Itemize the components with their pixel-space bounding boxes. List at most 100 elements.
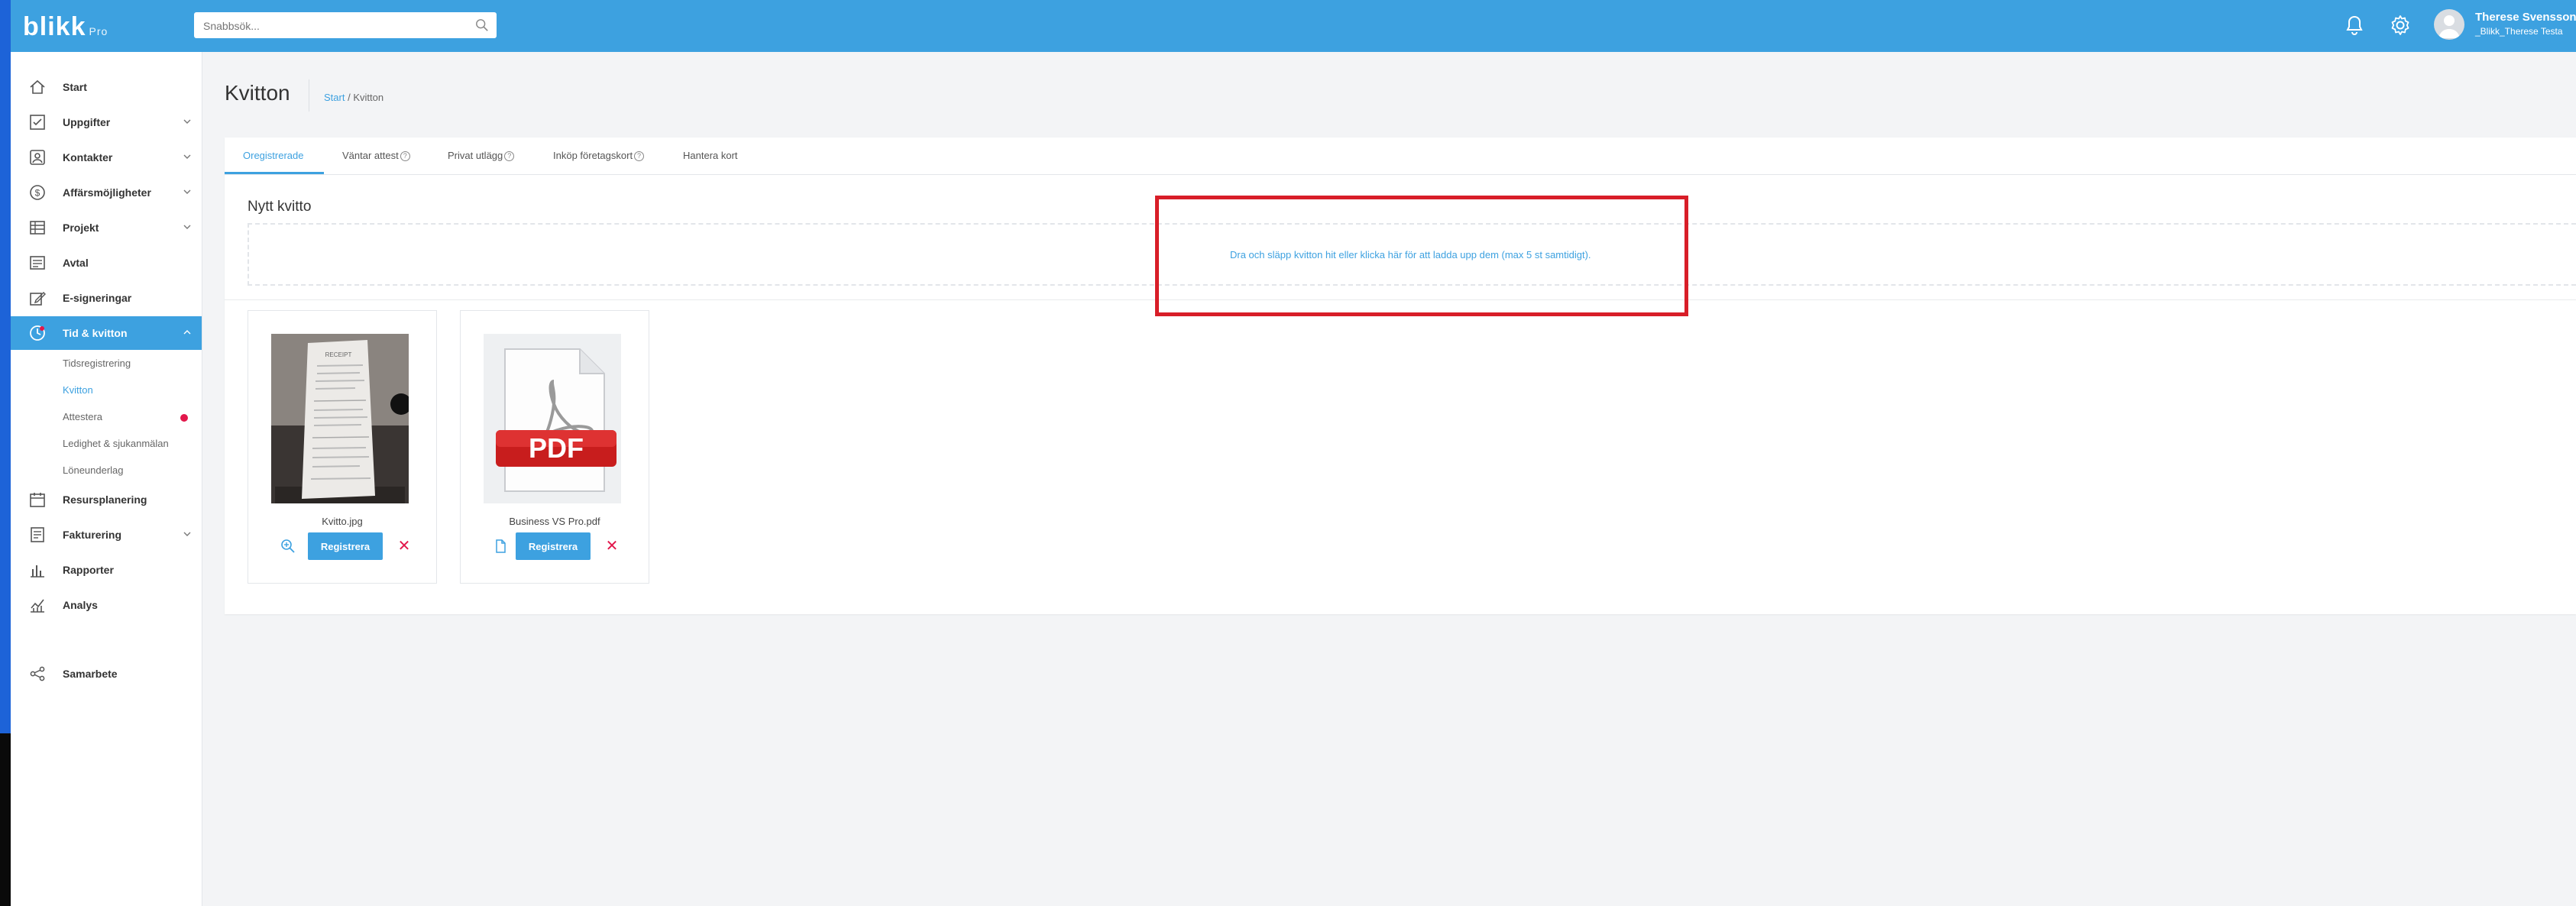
sidebar-item-kontakter[interactable]: Kontakter <box>11 141 202 174</box>
sidebar-item-label: Rapporter <box>63 564 114 576</box>
file-card-business-pdf: PDF Business VS Pro.pdf Registrera ✕ <box>460 310 649 584</box>
tab-privat-utlagg[interactable]: Privat utlägg? <box>448 150 515 161</box>
chevron-up-icon <box>183 330 191 335</box>
contact-card-icon <box>30 150 45 165</box>
tab-label: Inköp företagskort <box>553 150 633 161</box>
home-icon <box>30 79 45 94</box>
tab-vantar-attest[interactable]: Väntar attest? <box>342 150 410 161</box>
sidebar: Start Uppgifter Kontakter $ Affärsmöjlig… <box>11 52 202 906</box>
sidebar-item-uppgifter[interactable]: Uppgifter <box>11 105 202 139</box>
delete-icon[interactable]: ✕ <box>396 539 412 554</box>
user-company: _Blikk_Therese Testa <box>2475 26 2563 37</box>
receipt-thumb-label: RECEIPT <box>325 351 352 358</box>
user-avatar-icon <box>2438 15 2460 38</box>
sidebar-item-label: Tid & kvitton <box>63 327 128 339</box>
logo-suffix: Pro <box>89 25 108 37</box>
sidebar-item-label: Analys <box>63 599 98 611</box>
chevron-down-icon <box>183 225 191 229</box>
search-input[interactable] <box>202 12 464 40</box>
avatar[interactable] <box>2434 9 2464 40</box>
notification-dot <box>180 414 188 422</box>
tab-label: Privat utlägg <box>448 150 503 161</box>
sidebar-item-rapporter[interactable]: Rapporter <box>11 553 202 587</box>
file-name: Kvitto.jpg <box>322 516 363 527</box>
user-name[interactable]: Therese Svensson <box>2475 11 2576 24</box>
search-icon[interactable] <box>475 18 489 32</box>
highlight-annotation-box <box>1155 196 1688 316</box>
tab-inkop-foretagskort[interactable]: Inköp företagskort? <box>553 150 645 161</box>
tab-bar: Oregistrerade Väntar attest? Privat utlä… <box>225 138 2576 175</box>
pdf-thumbnail[interactable]: PDF <box>484 334 621 503</box>
active-tab-indicator <box>225 172 324 174</box>
sidebar-item-label: Affärsmöjligheter <box>63 186 151 199</box>
help-icon[interactable]: ? <box>634 151 645 161</box>
help-icon[interactable]: ? <box>400 151 410 161</box>
tab-hantera-kort[interactable]: Hantera kort <box>683 150 738 161</box>
share-icon <box>30 666 45 681</box>
zoom-in-icon[interactable] <box>280 539 296 554</box>
gear-icon[interactable] <box>2388 13 2413 37</box>
sidebar-item-label: Avtal <box>63 257 89 269</box>
window-edge-accent <box>0 0 11 733</box>
sidebar-item-start[interactable]: Start <box>11 70 202 104</box>
sidebar-item-label: E-signeringar <box>63 292 132 304</box>
dollar-icon: $ <box>30 185 45 200</box>
sidebar-subitem-kvitton[interactable]: Kvitton <box>63 384 93 396</box>
sidebar-item-affarsmojligheter[interactable]: $ Affärsmöjligheter <box>11 176 202 209</box>
invoice-icon <box>31 527 44 542</box>
chevron-down-icon <box>183 532 191 536</box>
sidebar-item-analys[interactable]: Analys <box>11 588 202 622</box>
sidebar-item-label: Uppgifter <box>63 116 111 128</box>
sidebar-item-e-signeringar[interactable]: E-signeringar <box>11 281 202 315</box>
register-button[interactable]: Registrera <box>516 532 591 560</box>
delete-icon[interactable]: ✕ <box>604 539 620 554</box>
sidebar-item-projekt[interactable]: Projekt <box>11 211 202 244</box>
analytics-icon <box>31 599 44 613</box>
bar-chart-icon <box>31 565 44 578</box>
clock-icon <box>30 325 45 341</box>
logo-text: blikk <box>23 12 86 41</box>
table-icon <box>30 221 45 235</box>
sidebar-item-label: Fakturering <box>63 529 122 541</box>
bell-icon[interactable] <box>2342 13 2367 37</box>
sidebar-item-tid-kvitton[interactable]: Tid & kvitton <box>11 316 202 350</box>
receipts-card: Oregistrerade Väntar attest? Privat utlä… <box>225 138 2576 614</box>
app-logo[interactable]: blikk Pro <box>23 12 108 42</box>
sidebar-item-label: Resursplanering <box>63 493 147 506</box>
receipt-photo-icon: RECEIPT <box>271 334 409 503</box>
top-bar: blikkPro Therese Svensson _Blikk_Therese… <box>11 0 2576 52</box>
sidebar-item-resursplanering[interactable]: Resursplanering <box>11 483 202 516</box>
calendar-icon <box>30 493 45 507</box>
contract-icon <box>30 256 45 270</box>
chevron-down-icon <box>183 119 191 124</box>
page-title: Kvitton <box>225 81 290 105</box>
file-card-kvitto-jpg: RECEIPT Kvitto.jpg Registrera ✕ <box>248 310 437 584</box>
sidebar-subitem-attestera[interactable]: Attestera <box>63 411 102 422</box>
sidebar-subitem-loneunderlag[interactable]: Löneunderlag <box>63 464 124 476</box>
breadcrumb-separator: / <box>345 92 354 103</box>
sidebar-item-avtal[interactable]: Avtal <box>11 246 202 280</box>
pdf-file-icon: PDF <box>484 334 621 503</box>
checkbox-icon <box>30 115 45 130</box>
file-name: Business VS Pro.pdf <box>509 516 600 527</box>
pdf-thumb-label: PDF <box>529 432 584 464</box>
signature-icon <box>30 292 46 306</box>
receipt-thumbnail[interactable]: RECEIPT <box>271 334 409 503</box>
sidebar-item-label: Kontakter <box>63 151 113 163</box>
quick-search <box>194 12 497 40</box>
sidebar-item-label: Samarbete <box>63 668 118 680</box>
breadcrumb-start-link[interactable]: Start <box>324 92 345 103</box>
sidebar-item-fakturering[interactable]: Fakturering <box>11 518 202 552</box>
document-icon[interactable] <box>493 539 508 554</box>
tab-label: Väntar attest <box>342 150 399 161</box>
sidebar-subitem-ledighet[interactable]: Ledighet & sjukanmälan <box>63 438 169 449</box>
register-button[interactable]: Registrera <box>308 532 383 560</box>
chevron-down-icon <box>183 189 191 194</box>
help-icon[interactable]: ? <box>504 151 515 161</box>
sidebar-item-samarbete[interactable]: Samarbete <box>11 657 202 691</box>
sidebar-item-label: Projekt <box>63 222 99 234</box>
chevron-down-icon <box>183 154 191 159</box>
sidebar-subitem-tidsregistrering[interactable]: Tidsregistrering <box>63 358 131 369</box>
tab-oregistrerade[interactable]: Oregistrerade <box>243 150 303 161</box>
section-title: Nytt kvitto <box>248 199 312 215</box>
